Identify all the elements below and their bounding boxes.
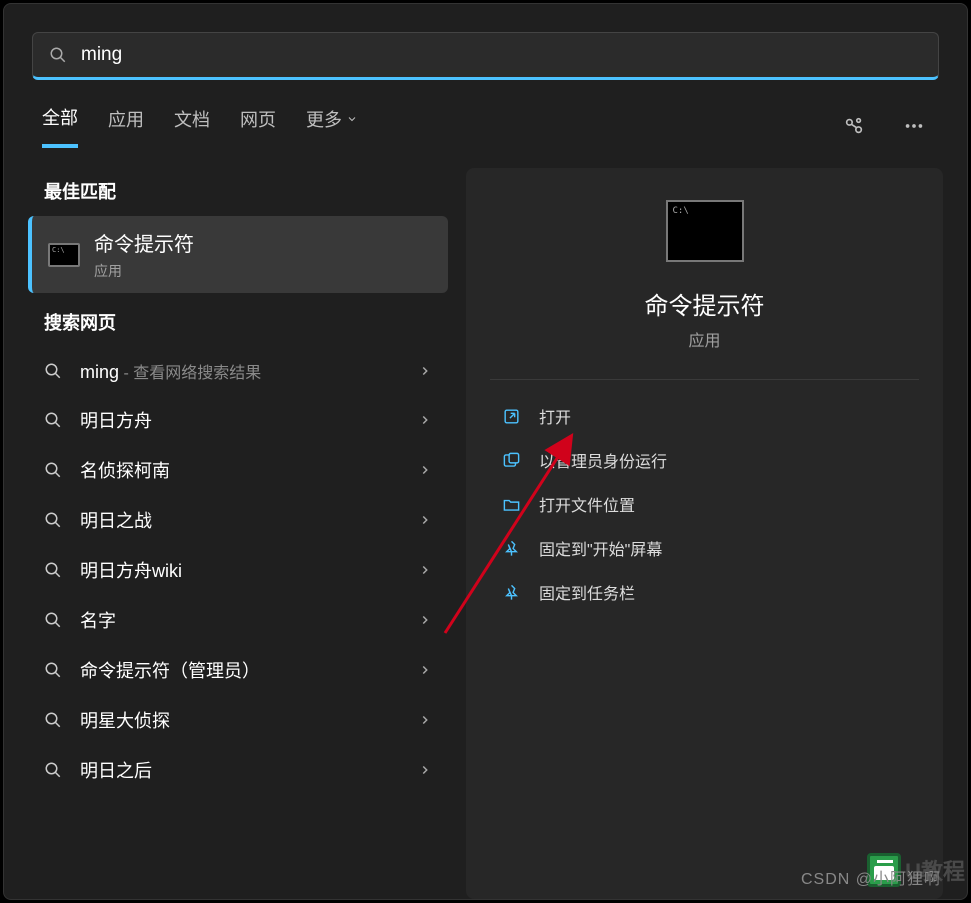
web-item-text: 明日之后 [80, 761, 152, 781]
chevron-down-icon [346, 113, 358, 125]
search-input[interactable] [81, 44, 922, 66]
best-match-sub: 应用 [94, 261, 194, 281]
tab-web[interactable]: 网页 [240, 106, 276, 146]
search-icon [44, 511, 62, 529]
chevron-right-icon [418, 513, 432, 527]
action-label: 固定到任务栏 [539, 580, 635, 604]
preview-sub: 应用 [688, 327, 720, 351]
search-icon [44, 561, 62, 579]
web-item-text: 名侦探柯南 [80, 461, 170, 481]
open-icon [502, 407, 521, 426]
action-open[interactable]: 打开 [490, 394, 919, 438]
tab-docs[interactable]: 文档 [174, 106, 210, 146]
web-item-text: 明日方舟 [80, 411, 152, 431]
best-match-label: 命令提示符 [94, 228, 194, 257]
web-search-item[interactable]: 明日方舟wiki [28, 545, 448, 595]
watermark: CSDN @小阿狸啊 [801, 865, 941, 889]
action-label: 打开文件位置 [539, 492, 635, 516]
action-label: 打开 [539, 404, 571, 428]
web-search-item[interactable]: 名侦探柯南 [28, 445, 448, 495]
web-item-text: 命令提示符（管理员） [80, 661, 260, 681]
search-icon [44, 661, 62, 679]
cmd-icon [48, 243, 80, 267]
action-pin[interactable]: 固定到"开始"屏幕 [490, 526, 919, 570]
web-item-text: 明日之战 [80, 511, 152, 531]
chevron-right-icon [418, 613, 432, 627]
tab-all[interactable]: 全部 [42, 104, 78, 148]
chevron-right-icon [418, 563, 432, 577]
tab-more[interactable]: 更多 [306, 106, 358, 146]
search-icon [44, 761, 62, 779]
web-search-item[interactable]: 明日之后 [28, 745, 448, 795]
preview-title: 命令提示符 [645, 286, 765, 321]
web-search-title: 搜索网页 [28, 299, 448, 347]
folder-icon [502, 495, 521, 514]
action-pin[interactable]: 固定到任务栏 [490, 570, 919, 614]
best-match-title: 最佳匹配 [28, 168, 448, 216]
web-search-item[interactable]: 命令提示符（管理员） [28, 645, 448, 695]
chevron-right-icon [418, 364, 432, 378]
web-search-item[interactable]: 明日方舟 [28, 395, 448, 445]
pin-icon [502, 539, 521, 558]
share-icon[interactable] [839, 111, 869, 141]
web-item-sub: - 查看网络搜索结果 [119, 365, 261, 382]
search-box[interactable] [32, 32, 939, 80]
action-admin[interactable]: 以管理员身份运行 [490, 438, 919, 482]
action-label: 固定到"开始"屏幕 [539, 536, 662, 560]
more-icon[interactable] [899, 111, 929, 141]
chevron-right-icon [418, 663, 432, 677]
tab-apps[interactable]: 应用 [108, 106, 144, 146]
best-match-item[interactable]: 命令提示符 应用 [28, 216, 448, 293]
search-icon [44, 362, 62, 380]
admin-icon [502, 451, 521, 470]
search-icon [44, 461, 62, 479]
pin-icon [502, 583, 521, 602]
web-item-text: 明日方舟wiki [80, 561, 182, 581]
search-icon [44, 611, 62, 629]
search-icon [49, 46, 67, 64]
action-folder[interactable]: 打开文件位置 [490, 482, 919, 526]
chevron-right-icon [418, 713, 432, 727]
web-item-text: 明星大侦探 [80, 711, 170, 731]
preview-cmd-icon [666, 200, 744, 262]
web-item-text: 名字 [80, 611, 116, 631]
chevron-right-icon [418, 763, 432, 777]
chevron-right-icon [418, 463, 432, 477]
web-search-item[interactable]: 名字 [28, 595, 448, 645]
chevron-right-icon [418, 413, 432, 427]
action-label: 以管理员身份运行 [539, 448, 667, 472]
web-search-item[interactable]: 明星大侦探 [28, 695, 448, 745]
preview-pane: 命令提示符 应用 打开以管理员身份运行打开文件位置固定到"开始"屏幕固定到任务栏 [466, 168, 943, 899]
search-icon [44, 411, 62, 429]
web-item-text: ming [80, 362, 119, 382]
search-icon [44, 711, 62, 729]
divider [490, 379, 919, 380]
web-search-item[interactable]: 明日之战 [28, 495, 448, 545]
web-search-item[interactable]: ming - 查看网络搜索结果 [28, 347, 448, 395]
